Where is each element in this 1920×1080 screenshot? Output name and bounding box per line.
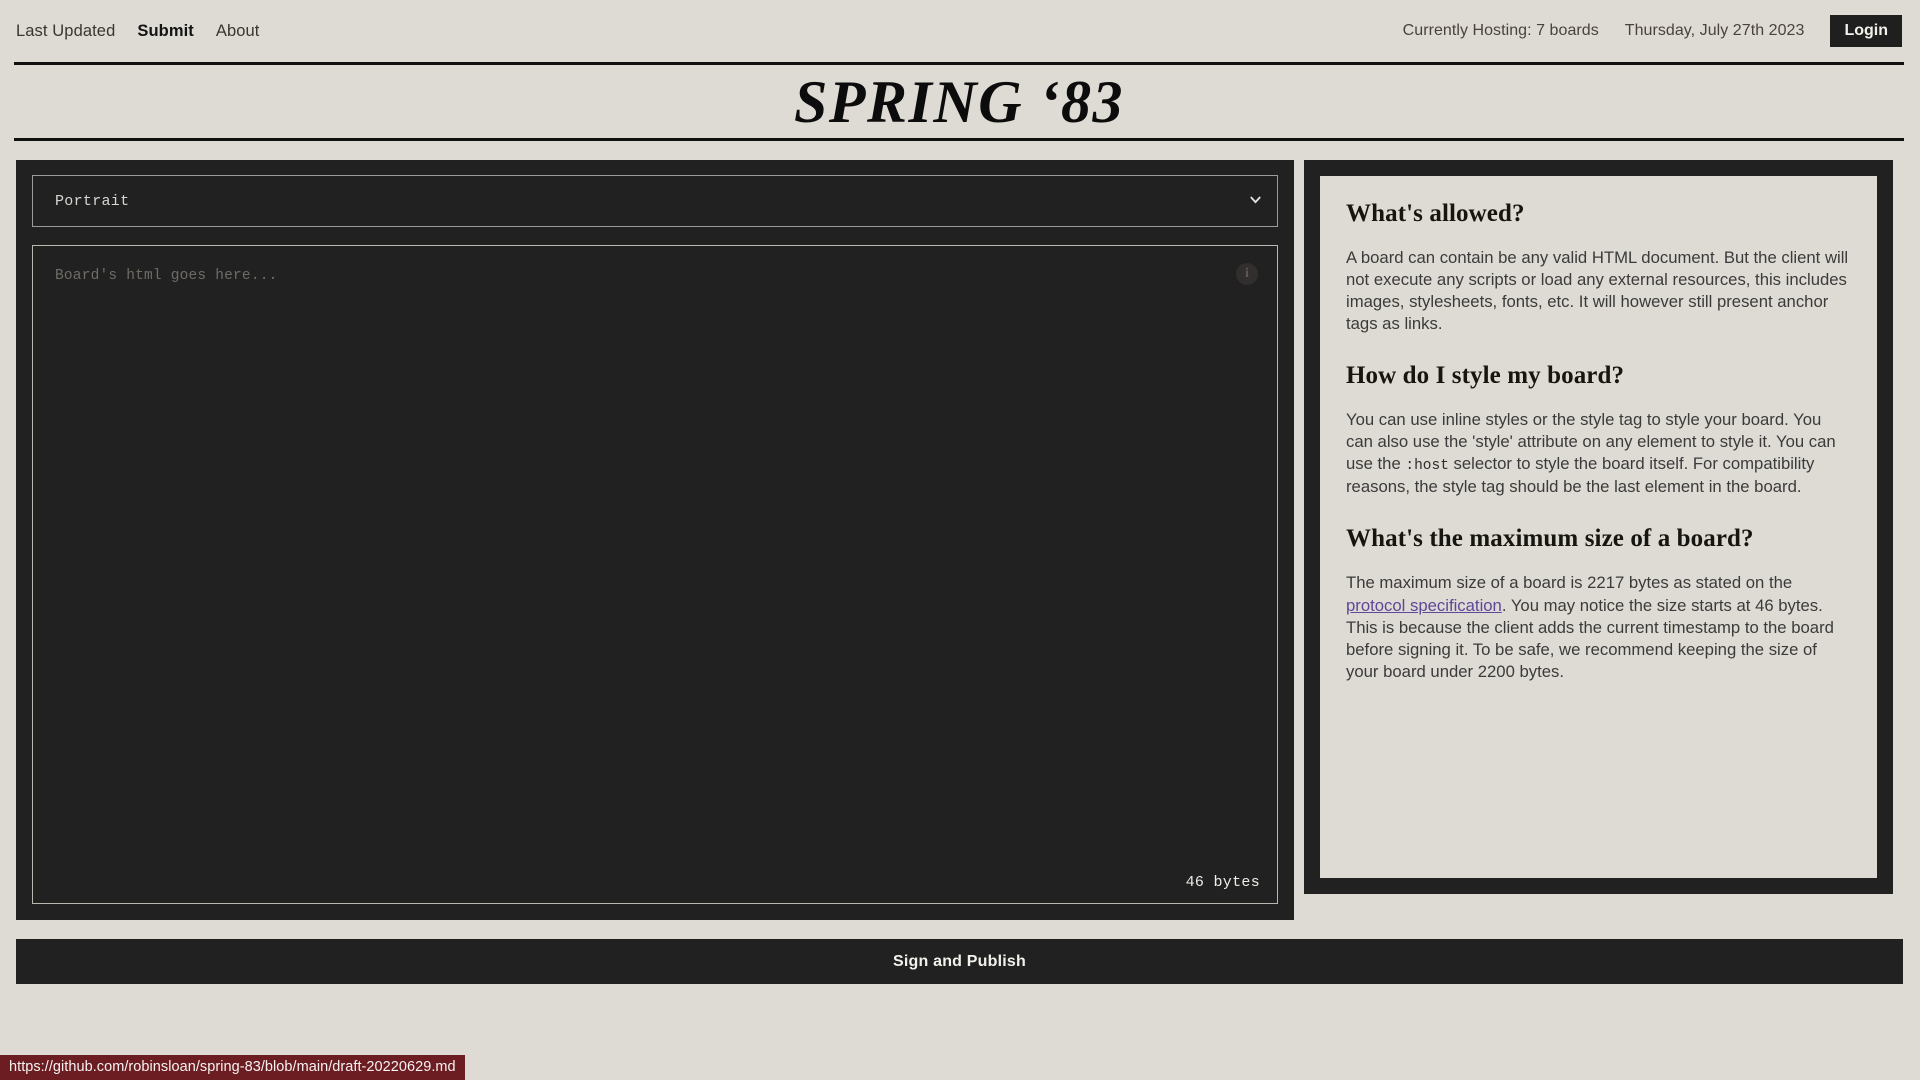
byte-count-label: 46 bytes: [1185, 874, 1260, 891]
help-body-max-size: The maximum size of a board is 2217 byte…: [1346, 572, 1851, 682]
board-html-textarea[interactable]: Board's html goes here... i 46 bytes: [32, 245, 1278, 904]
help-panel-content: What's allowed? A board can contain be a…: [1320, 176, 1877, 878]
nav-link-submit[interactable]: Submit: [137, 22, 194, 41]
help-heading-max-size: What's the maximum size of a board?: [1346, 525, 1754, 553]
top-navigation-bar: Last Updated Submit About Currently Host…: [0, 0, 1920, 62]
hosting-count-label: Currently Hosting: 7 boards: [1402, 22, 1599, 39]
login-button[interactable]: Login: [1830, 14, 1902, 48]
sign-and-publish-label: Sign and Publish: [893, 952, 1026, 970]
main-content: Portrait Board's html goes here... i 46 …: [0, 141, 1920, 920]
nav-link-last-updated[interactable]: Last Updated: [16, 22, 115, 41]
current-date-label: Thursday, July 27th 2023: [1624, 22, 1805, 39]
sign-and-publish-button[interactable]: Sign and Publish: [16, 939, 1903, 984]
protocol-specification-link[interactable]: protocol specification: [1346, 596, 1502, 615]
help-body-allowed: A board can contain be any valid HTML do…: [1346, 247, 1851, 335]
nav-meta-group: Currently Hosting: 7 boards Thursday, Ju…: [1402, 14, 1902, 48]
masthead: SPRING ‘83: [14, 62, 1904, 141]
board-editor-panel: Portrait Board's html goes here... i 46 …: [16, 160, 1294, 920]
chevron-down-icon: [1250, 196, 1261, 204]
board-type-select-value: Portrait: [55, 192, 130, 210]
help-code-host: :host: [1405, 458, 1449, 475]
primary-nav-links: Last Updated Submit About: [16, 22, 260, 41]
page-title: SPRING ‘83: [793, 68, 1125, 135]
help-panel: What's allowed? A board can contain be a…: [1304, 160, 1893, 894]
nav-link-about[interactable]: About: [216, 22, 260, 41]
board-type-select[interactable]: Portrait: [32, 175, 1278, 227]
info-icon-glyph: i: [1245, 266, 1249, 281]
info-icon[interactable]: i: [1236, 263, 1258, 285]
status-bar-url: https://github.com/robinsloan/spring-83/…: [0, 1055, 465, 1080]
help-heading-style: How do I style my board?: [1346, 362, 1625, 390]
help-body-allowed-text: A board can contain be any valid HTML do…: [1346, 248, 1849, 334]
help-body-max-size-text-before: The maximum size of a board is 2217 byte…: [1346, 573, 1793, 593]
board-html-placeholder: Board's html goes here...: [55, 268, 278, 284]
help-body-style: You can use inline styles or the style t…: [1346, 409, 1851, 498]
help-heading-allowed: What's allowed?: [1346, 200, 1525, 227]
